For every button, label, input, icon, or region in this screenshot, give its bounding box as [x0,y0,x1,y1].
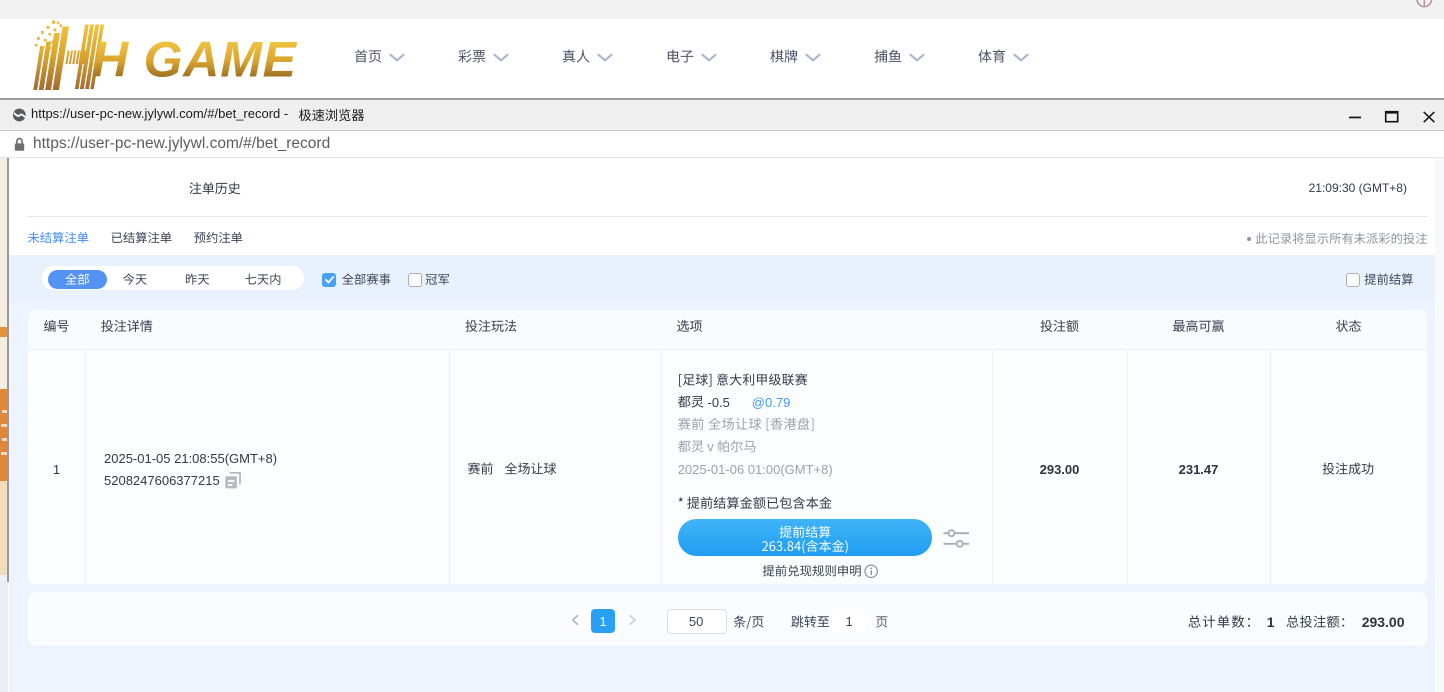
svg-text:H GAME: H GAME [92,32,298,88]
